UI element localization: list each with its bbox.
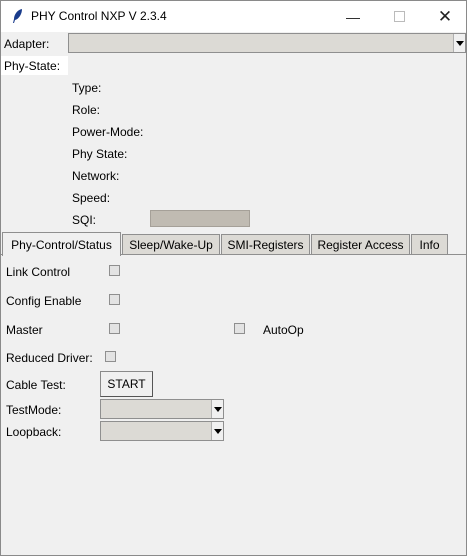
adapter-select[interactable] (68, 33, 466, 53)
maximize-button[interactable] (376, 1, 422, 32)
reduced-driver-checkbox[interactable] (105, 351, 116, 362)
phy-state-label: Phy-State: (4, 59, 61, 73)
speed-label: Speed: (72, 191, 111, 205)
title-bar[interactable]: PHY Control NXP V 2.3.4 — ✕ (1, 1, 466, 32)
role-label: Role: (72, 103, 101, 117)
tab-smi-registers[interactable]: SMI-Registers (221, 234, 310, 255)
link-control-label: Link Control (6, 265, 71, 279)
loopback-select[interactable] (100, 421, 224, 441)
testmode-select[interactable] (100, 399, 224, 419)
tab-sleep-wake-up[interactable]: Sleep/Wake-Up (122, 234, 220, 255)
tab-bar: Phy-Control/Status Sleep/Wake-Up SMI-Reg… (1, 232, 466, 256)
tab-info[interactable]: Info (411, 234, 448, 255)
cable-test-label: Cable Test: (6, 378, 66, 392)
autoop-label: AutoOp (263, 323, 304, 337)
autoop-checkbox[interactable] (234, 323, 245, 334)
start-button[interactable]: START (100, 371, 153, 397)
phy-state-header: Phy-State: (1, 56, 68, 75)
master-label: Master (6, 323, 43, 337)
chevron-down-icon[interactable] (211, 422, 223, 440)
testmode-label: TestMode: (6, 403, 62, 417)
minimize-button[interactable]: — (330, 1, 376, 32)
chevron-down-icon[interactable] (211, 400, 223, 418)
adapter-label: Adapter: (4, 37, 50, 51)
window-title: PHY Control NXP V 2.3.4 (31, 9, 167, 23)
type-label: Type: (72, 81, 102, 95)
master-checkbox[interactable] (109, 323, 120, 334)
link-control-checkbox[interactable] (109, 265, 120, 276)
minimize-icon: — (346, 8, 360, 25)
sqi-indicator (150, 210, 250, 227)
close-icon: ✕ (437, 6, 453, 26)
main-window: PHY Control NXP V 2.3.4 — ✕ Adapter: Phy… (0, 0, 467, 556)
config-enable-label: Config Enable (6, 294, 82, 308)
network-label: Network: (72, 169, 120, 183)
close-button[interactable]: ✕ (422, 1, 467, 32)
power-mode-label: Power-Mode: (72, 125, 144, 139)
maximize-icon (393, 11, 405, 22)
phy-state-field-label: Phy State: (72, 147, 128, 161)
tab-register-access[interactable]: Register Access (311, 234, 410, 255)
loopback-label: Loopback: (6, 425, 62, 439)
config-enable-checkbox[interactable] (109, 294, 120, 305)
sqi-label: SQI: (72, 213, 97, 227)
reduced-driver-label: Reduced Driver: (6, 351, 93, 365)
tab-phy-control-status[interactable]: Phy-Control/Status (2, 232, 121, 256)
feather-icon (13, 9, 22, 23)
chevron-down-icon[interactable] (453, 34, 465, 52)
